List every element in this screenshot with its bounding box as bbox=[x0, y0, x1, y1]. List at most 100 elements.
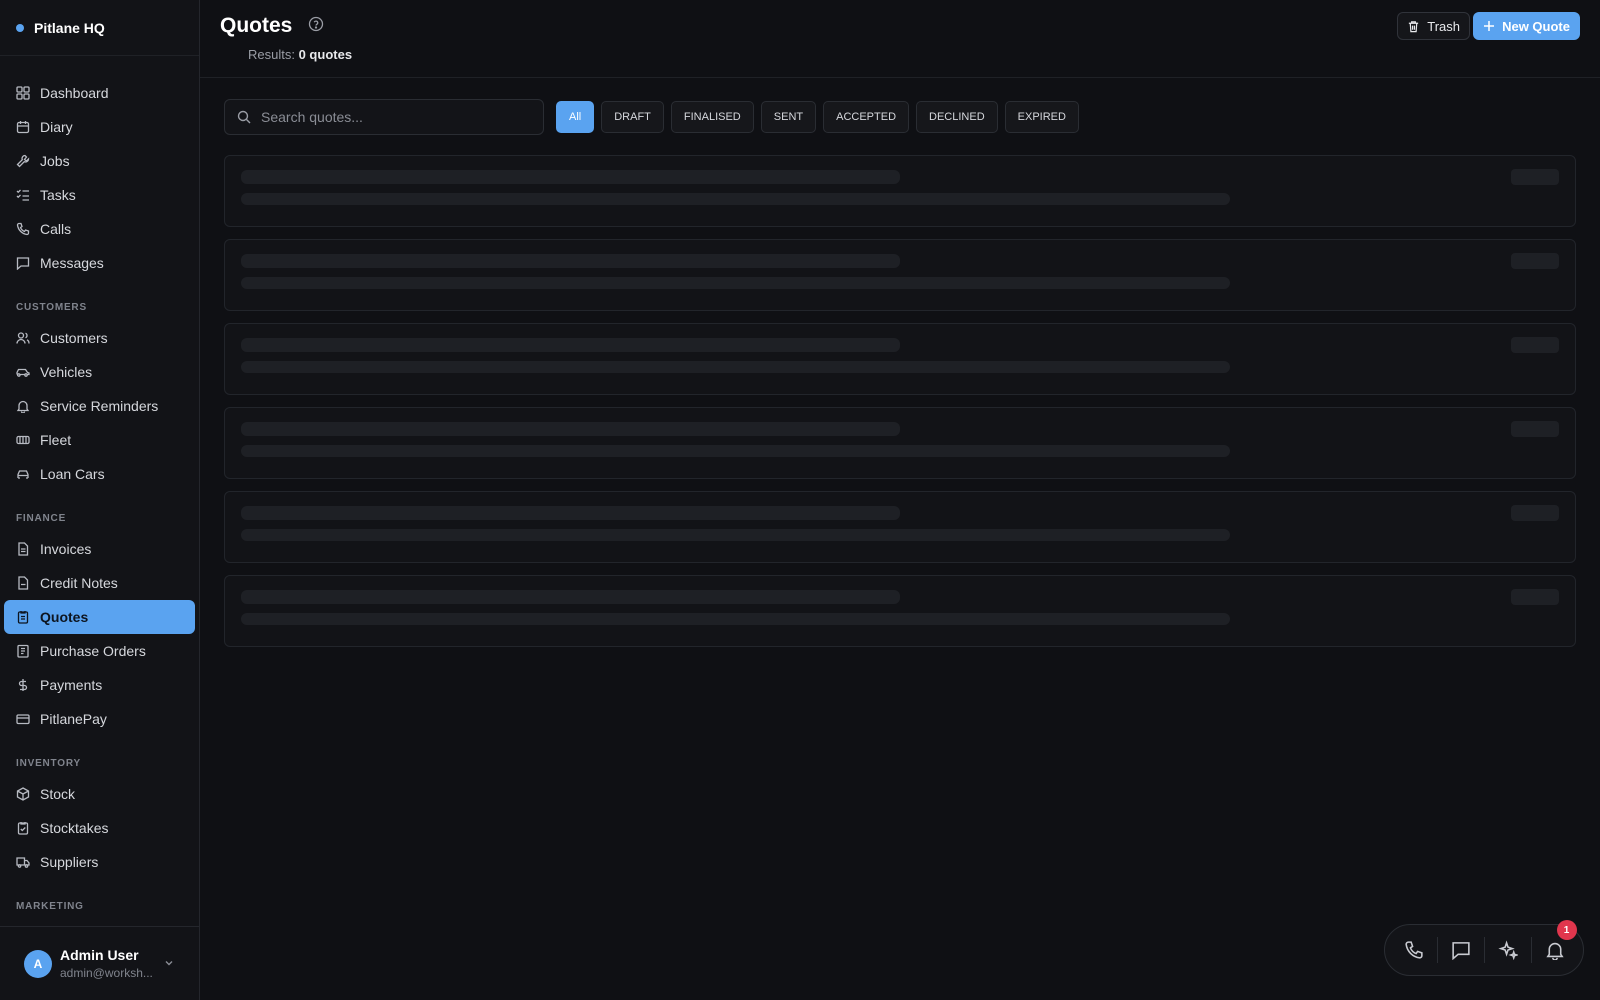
sidebar-item-label: Loan Cars bbox=[40, 466, 105, 482]
results-summary: Results: 0 quotes bbox=[248, 47, 352, 62]
sidebar-item-calls[interactable]: Calls bbox=[4, 212, 195, 246]
sidebar-item-label: Stocktakes bbox=[40, 820, 109, 836]
trash-icon bbox=[1409, 20, 1419, 32]
sidebar-item-credit-notes[interactable]: Credit Notes bbox=[4, 566, 195, 600]
search-icon bbox=[237, 110, 251, 124]
avatar: A bbox=[24, 949, 52, 978]
sidebar-item-service-reminders[interactable]: Service Reminders bbox=[4, 389, 195, 423]
user-menu[interactable]: A Admin User admin@worksh... bbox=[0, 926, 199, 1000]
sidebar-item-label: Service Reminders bbox=[40, 398, 159, 414]
sidebar-item-stocktakes[interactable]: Stocktakes bbox=[4, 811, 195, 845]
filter-chip-expired[interactable]: EXPIRED bbox=[1004, 101, 1079, 133]
main-content: Quotes Results: 0 quotes Trash New Quote… bbox=[200, 0, 1600, 1000]
skeleton-row bbox=[224, 323, 1576, 395]
sidebar-item-tasks[interactable]: Tasks bbox=[4, 178, 195, 212]
status-dot-icon bbox=[16, 23, 24, 32]
sidebar: Pitlane HQ Dashboard Diary Jobs Tasks Ca… bbox=[0, 0, 200, 1000]
quote-icon bbox=[16, 610, 30, 624]
sidebar-item-dashboard[interactable]: Dashboard bbox=[4, 76, 195, 110]
sidebar-item-label: Tasks bbox=[40, 187, 76, 203]
sidebar-item-fleet[interactable]: Fleet bbox=[4, 423, 195, 457]
sidebar-item-jobs[interactable]: Jobs bbox=[4, 144, 195, 178]
sidebar-item-label: Payments bbox=[40, 677, 103, 693]
new-quote-button[interactable]: New Quote bbox=[1473, 12, 1580, 40]
page-title: Quotes bbox=[220, 14, 293, 37]
filter-toolbar: All DRAFT FINALISED SENT ACCEPTED DECLIN… bbox=[224, 99, 1086, 135]
trash-button-label: Trash bbox=[1427, 18, 1460, 34]
quick-message-button[interactable] bbox=[1443, 932, 1479, 968]
notifications-button[interactable]: 1 bbox=[1537, 920, 1577, 968]
sidebar-item-label: Invoices bbox=[40, 541, 92, 557]
filter-chip-sent[interactable]: SENT bbox=[760, 101, 817, 133]
trash-button[interactable]: Trash bbox=[1397, 12, 1470, 40]
invoice-icon bbox=[16, 542, 30, 556]
ai-assistant-button[interactable] bbox=[1490, 932, 1526, 968]
sidebar-item-label: Fleet bbox=[40, 432, 72, 448]
sidebar-item-label: Credit Notes bbox=[40, 575, 118, 591]
bell-icon bbox=[1545, 942, 1564, 960]
truck-icon bbox=[16, 855, 30, 869]
search-box bbox=[224, 99, 544, 135]
search-input[interactable] bbox=[261, 109, 521, 125]
results-label: Results: bbox=[248, 47, 295, 62]
help-circle-icon[interactable] bbox=[308, 16, 324, 32]
skeleton-row bbox=[224, 239, 1576, 311]
section-label-finance: FINANCE bbox=[16, 513, 67, 524]
dollar-icon bbox=[16, 678, 30, 692]
sidebar-item-loan-cars[interactable]: Loan Cars bbox=[4, 457, 195, 491]
box-icon bbox=[16, 787, 30, 801]
sidebar-item-label: Dashboard bbox=[40, 85, 109, 101]
sidebar-item-label: Stock bbox=[40, 786, 76, 802]
sidebar-item-label: Messages bbox=[40, 255, 104, 271]
notification-badge: 1 bbox=[1556, 920, 1577, 940]
page-header: Quotes Results: 0 quotes Trash New Quote bbox=[200, 0, 1600, 78]
sidebar-item-messages[interactable]: Messages bbox=[4, 246, 195, 280]
dashboard-icon bbox=[16, 86, 30, 100]
sparkles-icon bbox=[1497, 940, 1518, 960]
skeleton-row bbox=[224, 491, 1576, 563]
checklist-icon bbox=[16, 188, 30, 202]
new-quote-button-label: New Quote bbox=[1502, 18, 1570, 34]
credit-note-icon bbox=[16, 576, 30, 590]
sidebar-item-suppliers[interactable]: Suppliers bbox=[4, 845, 195, 879]
filter-chip-draft[interactable]: DRAFT bbox=[601, 101, 664, 133]
filter-chip-declined[interactable]: DECLINED bbox=[916, 101, 998, 133]
results-count: 0 quotes bbox=[298, 47, 353, 62]
filter-chip-finalised[interactable]: FINALISED bbox=[670, 101, 754, 133]
clipboard-check-icon bbox=[16, 821, 30, 835]
workspace-switcher[interactable]: Pitlane HQ bbox=[0, 0, 199, 56]
sidebar-item-label: Calls bbox=[40, 221, 72, 237]
sidebar-item-diary[interactable]: Diary bbox=[4, 110, 195, 144]
sidebar-item-label: Diary bbox=[40, 119, 73, 135]
sidebar-item-invoices[interactable]: Invoices bbox=[4, 532, 195, 566]
calendar-icon bbox=[16, 120, 30, 134]
plus-icon bbox=[1484, 21, 1495, 31]
purchase-order-icon bbox=[16, 644, 30, 658]
chevron-down-icon[interactable] bbox=[163, 956, 175, 972]
sidebar-item-pitlanepay[interactable]: PitlanePay bbox=[4, 702, 195, 736]
sidebar-item-vehicles[interactable]: Vehicles bbox=[4, 355, 195, 389]
section-label-customers: CUSTOMERS bbox=[16, 302, 87, 313]
sidebar-item-stock[interactable]: Stock bbox=[4, 777, 195, 811]
filter-chip-accepted[interactable]: ACCEPTED bbox=[823, 101, 910, 133]
sidebar-item-payments[interactable]: Payments bbox=[4, 668, 195, 702]
message-icon bbox=[1451, 942, 1470, 960]
sidebar-item-quotes[interactable]: Quotes bbox=[4, 600, 195, 634]
fleet-icon bbox=[16, 433, 30, 447]
sidebar-item-label: Vehicles bbox=[40, 364, 93, 380]
card-icon bbox=[16, 712, 30, 726]
sidebar-item-customers[interactable]: Customers bbox=[4, 321, 195, 355]
sidebar-item-label: Quotes bbox=[40, 609, 89, 625]
message-icon bbox=[16, 256, 30, 270]
brand-name: Pitlane HQ bbox=[34, 19, 105, 36]
quick-actions-bar: 1 bbox=[1384, 920, 1584, 976]
sidebar-item-label: Customers bbox=[40, 330, 108, 346]
sidebar-item-purchase-orders[interactable]: Purchase Orders bbox=[4, 634, 195, 668]
car-icon bbox=[16, 365, 30, 379]
bell-icon bbox=[16, 399, 30, 413]
user-email: admin@worksh... bbox=[60, 966, 153, 980]
phone-icon bbox=[16, 222, 30, 236]
section-label-inventory: INVENTORY bbox=[16, 758, 81, 769]
filter-chip-all[interactable]: All bbox=[556, 101, 595, 133]
quick-call-button[interactable] bbox=[1396, 932, 1432, 968]
